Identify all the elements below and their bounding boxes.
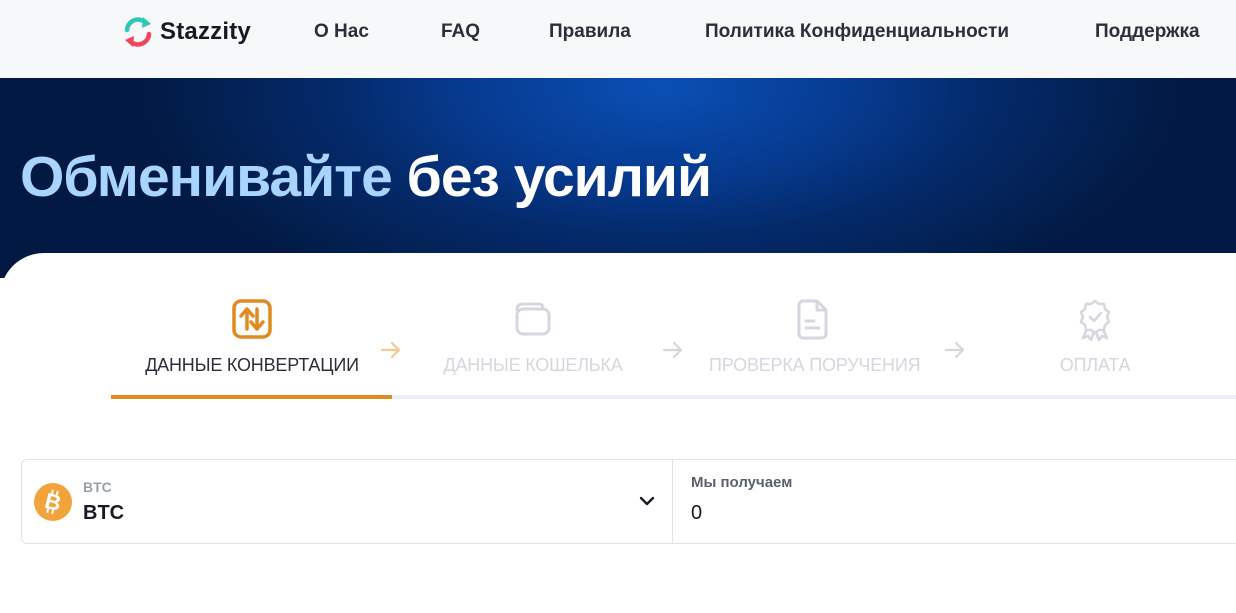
hero-banner: Обменивайте без усилий: [0, 78, 1236, 278]
exchange-card: ДАННЫЕ КОНВЕРТАЦИИ ДАННЫЕ КОШЕЛЬКА ПРОВЕ…: [0, 253, 1236, 613]
exchange-arrows-icon: [232, 299, 272, 339]
step-label: ДАННЫЕ КОШЕЛЬКА: [443, 355, 623, 375]
logo[interactable]: Stazzity: [122, 15, 251, 49]
send-currency-value: BTC: [83, 502, 125, 524]
arrow-right-icon: [662, 341, 683, 359]
nav-link-about[interactable]: О Нас: [314, 21, 369, 43]
arrow-right-icon: [380, 341, 401, 359]
arrow-right-icon: [944, 341, 965, 359]
nav-link-faq[interactable]: FAQ: [441, 21, 480, 43]
step-payment[interactable]: ОПЛАТА: [1059, 297, 1131, 376]
receive-amount-label: Мы получаем: [691, 474, 793, 491]
nav-link-rules[interactable]: Правила: [549, 21, 631, 43]
progress-fill: [111, 395, 392, 399]
step-order-review[interactable]: ПРОВЕРКА ПОРУЧЕНИЯ: [709, 297, 921, 376]
chevron-down-icon[interactable]: [636, 490, 658, 512]
step-wallet-data[interactable]: ДАННЫЕ КОШЕЛЬКА: [442, 297, 624, 376]
top-navbar: Stazzity О Нас FAQ Правила Политика Конф…: [0, 0, 1236, 78]
step-label: ДАННЫЕ КОНВЕРТАЦИИ: [145, 355, 359, 375]
hero-title-rest: без усилий: [406, 145, 712, 209]
step-label: ОПЛАТА: [1059, 355, 1131, 375]
exchange-form: B BTC BTC Мы получаем: [21, 459, 1236, 544]
send-currency-sublabel: BTC: [83, 479, 112, 495]
hero-title: Обменивайте без усилий: [20, 144, 712, 210]
logo-sync-icon: [124, 17, 152, 47]
nav-link-privacy[interactable]: Политика Конфиденциальности: [705, 21, 1009, 43]
wallet-icon: [515, 302, 551, 336]
stepper: ДАННЫЕ КОНВЕРТАЦИИ ДАННЫЕ КОШЕЛЬКА ПРОВЕ…: [0, 253, 1236, 403]
logo-text: Stazzity: [160, 18, 251, 45]
step-conversion-data[interactable]: ДАННЫЕ КОНВЕРТАЦИИ: [145, 297, 359, 376]
nav-link-support[interactable]: Поддержка: [1095, 21, 1200, 43]
receive-amount-input[interactable]: [691, 498, 1211, 528]
step-label: ПРОВЕРКА ПОРУЧЕНИЯ: [709, 355, 921, 375]
document-icon: [797, 299, 828, 340]
send-currency-select[interactable]: B BTC BTC: [22, 460, 673, 543]
hero-title-accent: Обменивайте: [20, 145, 393, 209]
award-badge-icon: [1079, 299, 1111, 341]
bitcoin-icon: B: [34, 483, 72, 521]
